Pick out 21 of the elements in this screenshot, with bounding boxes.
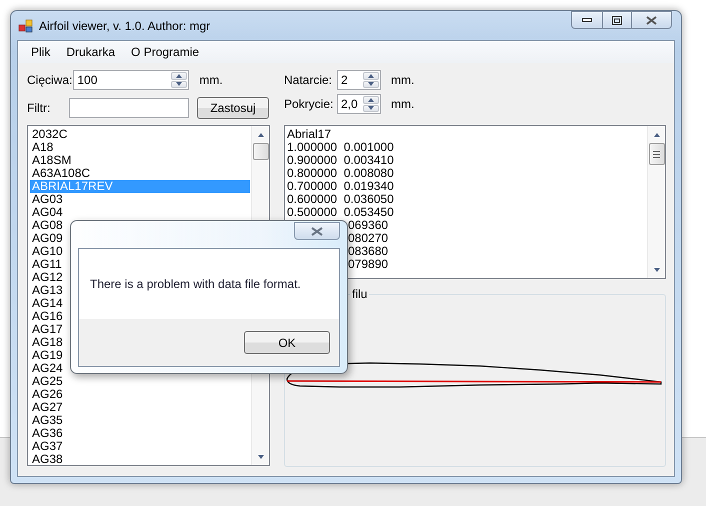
text-line: 0.600000 0.036050 bbox=[287, 193, 394, 206]
text-line: 0.900000 0.003410 bbox=[287, 154, 394, 167]
group-label: filu bbox=[350, 287, 370, 301]
text-line: 080270 bbox=[348, 232, 388, 245]
text-line: 069360 bbox=[348, 219, 388, 232]
field-label: Natarcie: bbox=[284, 73, 334, 87]
text-line: 079890 bbox=[348, 258, 388, 271]
field-label: Cięciwa: bbox=[27, 73, 74, 87]
text-line: 083680 bbox=[348, 245, 388, 258]
field-label: Pokrycie: bbox=[284, 97, 334, 111]
text-line: Abrial17 bbox=[287, 128, 332, 141]
unit-label: mm. bbox=[391, 97, 414, 111]
text-line: 1.000000 0.001000 bbox=[287, 141, 394, 154]
dialog-message: There is a problem with data file format. bbox=[79, 249, 339, 319]
text-line: 0.800000 0.008080 bbox=[287, 167, 394, 180]
field-label: Filtr: bbox=[27, 101, 52, 115]
window-title: Airfoil viewer, v. 1.0. Author: mgr bbox=[39, 18, 212, 32]
unit-label: mm. bbox=[199, 73, 223, 87]
text-line: 0.500000 0.053450 bbox=[287, 206, 394, 219]
unit-label: mm. bbox=[391, 73, 414, 87]
text-line: 0.700000 0.019340 bbox=[287, 180, 394, 193]
